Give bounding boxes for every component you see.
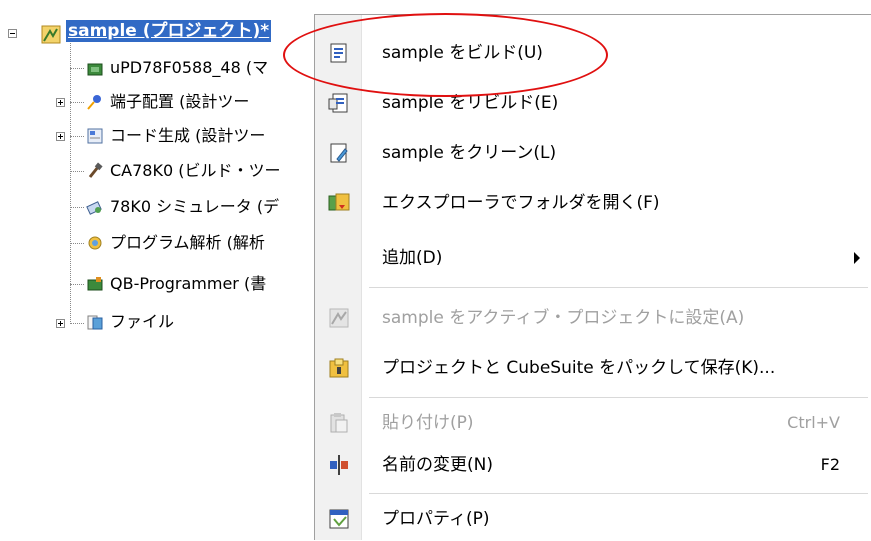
menu-separator [369, 287, 868, 288]
microcontroller-icon [87, 63, 103, 76]
tree-connector [70, 171, 84, 172]
explorer-icon [328, 193, 350, 211]
menu-item-label: プロパティ(P) [382, 509, 490, 529]
tree-item-programmer[interactable]: QB-Programmer (書 [110, 274, 266, 294]
tree-connector [70, 136, 84, 137]
properties-icon [329, 509, 349, 529]
clean-icon [330, 143, 348, 163]
tree-item-files[interactable]: ファイル [110, 312, 174, 332]
pin-layout-icon [87, 95, 101, 110]
rebuild-icon [328, 93, 348, 113]
expand-toggle[interactable] [56, 319, 65, 328]
menu-item-shortcut: Ctrl+V [787, 413, 840, 432]
tree-connector [70, 243, 84, 244]
menu-item-label: sample をビルド(U) [382, 43, 543, 63]
project-tree: sample (プロジェクト)* uPD78F0588_48 (マ 端子配置 (… [0, 0, 330, 539]
menu-separator [369, 493, 868, 494]
menu-item-label: プロジェクトと CubeSuite をパックして保存(K)... [382, 358, 776, 378]
build-icon [330, 43, 347, 63]
tree-item-simulator[interactable]: 78K0 シミュレータ (デ [110, 197, 279, 217]
tree-item-program-analyzer[interactable]: プログラム解析 (解析 [110, 233, 265, 253]
context-menu: sample をビルド(U) sample をリビルド(E) sample をク… [314, 14, 871, 540]
expand-toggle[interactable] [56, 132, 65, 141]
menu-item-label: エクスプローラでフォルダを開く(F) [382, 193, 660, 213]
program-analyzer-icon [88, 236, 102, 250]
menu-item-build[interactable]: sample をビルド(U) [315, 31, 871, 75]
tree-connector [70, 68, 84, 69]
menu-item-set-active-project[interactable]: sample をアクティブ・プロジェクトに設定(A) [315, 296, 871, 340]
code-generator-icon [87, 128, 103, 144]
tree-item-pin-layout[interactable]: 端子配置 (設計ツー [110, 92, 249, 112]
menu-item-shortcut: F2 [820, 455, 840, 474]
menu-item-pack-save[interactable]: プロジェクトと CubeSuite をパックして保存(K)... [315, 346, 871, 390]
menu-separator [369, 397, 868, 398]
tree-root-label[interactable]: sample (プロジェクト)* [66, 20, 272, 42]
expand-toggle[interactable] [56, 98, 65, 107]
menu-item-paste[interactable]: 貼り付け(P) Ctrl+V [315, 401, 871, 445]
pack-save-icon [329, 358, 349, 378]
menu-item-rebuild[interactable]: sample をリビルド(E) [315, 81, 871, 125]
tree-item-code-generator[interactable]: コード生成 (設計ツー [110, 126, 265, 146]
submenu-arrow-icon [854, 252, 860, 264]
menu-item-rename[interactable]: 名前の変更(N) F2 [315, 443, 871, 487]
tree-connector [70, 102, 84, 103]
tree-connector [70, 323, 84, 324]
menu-item-properties[interactable]: プロパティ(P) [315, 497, 871, 541]
tree-connector [70, 284, 84, 285]
rename-icon [330, 455, 348, 475]
paste-icon [330, 413, 348, 433]
menu-item-label: 追加(D) [382, 248, 443, 268]
menu-item-label: 貼り付け(P) [382, 413, 474, 433]
menu-item-open-explorer[interactable]: エクスプローラでフォルダを開く(F) [315, 181, 871, 225]
active-project-icon [329, 308, 349, 328]
build-tool-icon [88, 162, 103, 178]
folder-icon [87, 315, 103, 330]
menu-item-add[interactable]: 追加(D) [315, 236, 871, 280]
menu-item-clean[interactable]: sample をクリーン(L) [315, 131, 871, 175]
simulator-icon [86, 201, 102, 215]
menu-item-label: sample をリビルド(E) [382, 93, 559, 113]
tree-item-build-tool[interactable]: CA78K0 (ビルド・ツー [110, 161, 280, 181]
menu-item-label: 名前の変更(N) [382, 455, 493, 475]
collapse-toggle[interactable] [8, 29, 17, 38]
tree-connector [70, 34, 71, 324]
menu-item-label: sample をアクティブ・プロジェクトに設定(A) [382, 308, 745, 328]
programmer-icon [87, 277, 103, 291]
menu-item-label: sample をクリーン(L) [382, 143, 557, 163]
project-icon [41, 25, 61, 44]
tree-item-device[interactable]: uPD78F0588_48 (マ [110, 58, 268, 78]
tree-connector [70, 207, 84, 208]
